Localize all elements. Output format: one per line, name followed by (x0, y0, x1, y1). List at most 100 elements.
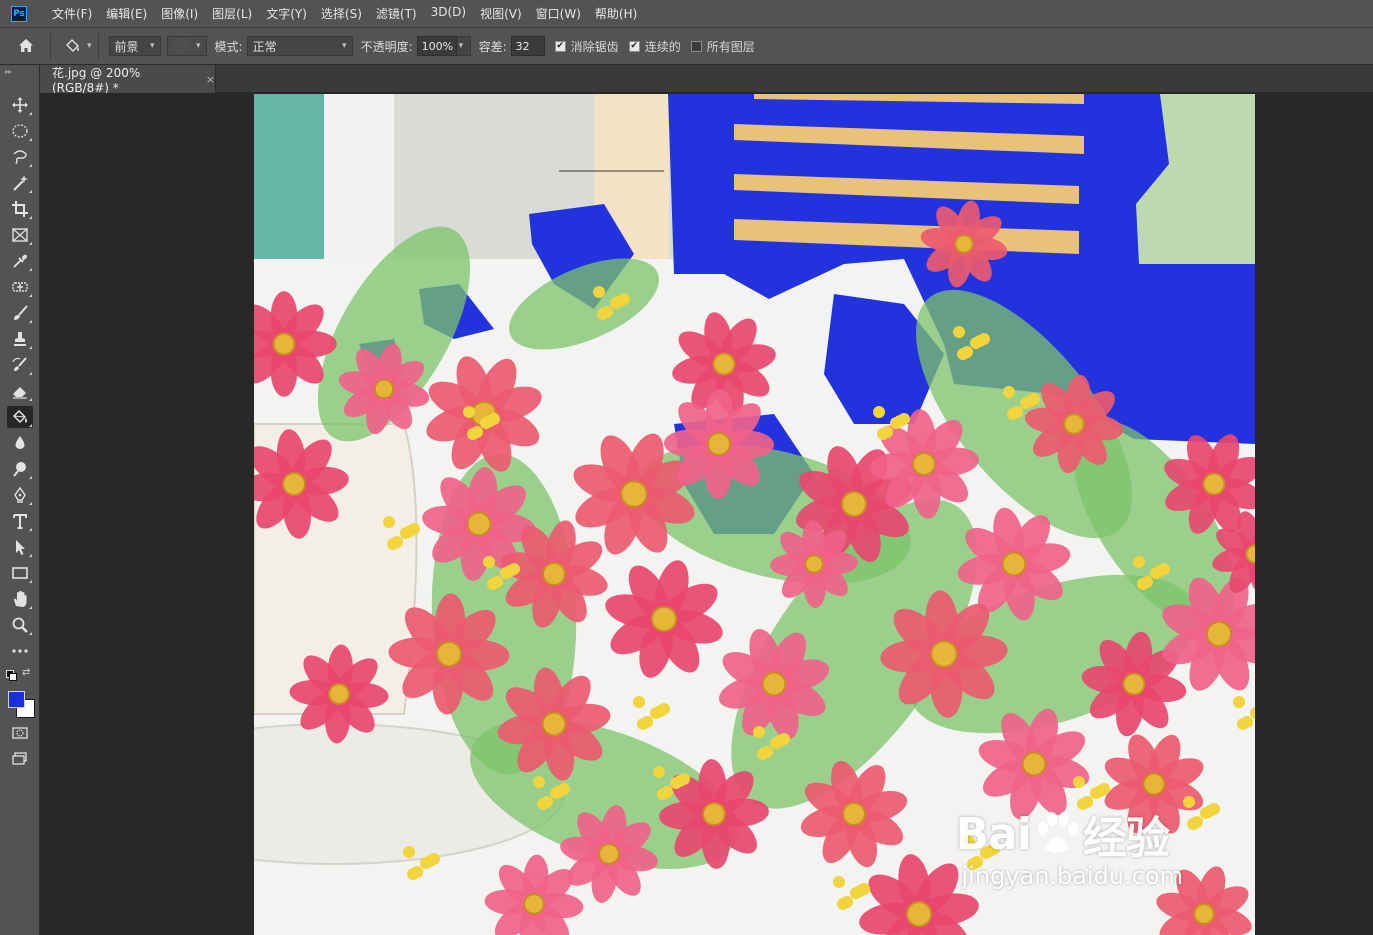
fill-source-dropdown[interactable]: 前景 ▾ (108, 36, 161, 56)
menu-item-10[interactable]: 帮助(H) (588, 5, 644, 22)
photo-flower-center (435, 640, 463, 668)
watermark-brand: Bai 经验 (956, 802, 1183, 866)
menu-item-3[interactable]: 图层(L) (205, 5, 259, 22)
history-brush-tool-button[interactable] (7, 354, 33, 376)
tolerance-input[interactable]: 32 (510, 36, 545, 56)
dodge-tool-icon (13, 462, 26, 477)
photo-yellow-bud (1141, 576, 1153, 588)
healing-brush-tool-button[interactable] (7, 276, 33, 298)
photo-flower-center (466, 511, 492, 537)
document-tab-bar: 花.jpg @ 200%(RGB/8#) * × (40, 65, 1373, 95)
photo-yellow-bud (411, 866, 423, 878)
foreground-color-swatch[interactable] (8, 691, 25, 708)
photo-flower-center (912, 452, 936, 476)
color-swatches (5, 685, 37, 719)
close-tab-icon[interactable]: × (206, 73, 215, 86)
hand-tool-button[interactable] (7, 588, 33, 610)
antialias-label: 消除锯齿 (570, 39, 619, 54)
more-tools-button[interactable] (7, 640, 33, 662)
eyedropper-tool-icon (13, 254, 27, 268)
lasso-tool-button[interactable] (7, 146, 33, 168)
brush-tool-button[interactable] (7, 302, 33, 324)
mode-label: 模式: (214, 39, 243, 54)
menu-item-1[interactable]: 编辑(E) (99, 5, 154, 22)
menu-item-8[interactable]: 视图(V) (473, 5, 529, 22)
opacity-input[interactable]: 100% (416, 36, 457, 56)
watermark-url: jingyan.baidu.com (961, 862, 1183, 890)
paint-bucket-tool-icon (12, 409, 27, 424)
options-bar: ▾ 前景 ▾ ▾ 模式: 正常 ▾ 不透明度: 100% ▾ 容差: 32 ✔ 消除… (0, 27, 1373, 65)
menu-item-0[interactable]: 文件(F) (45, 5, 99, 22)
move-tool-button[interactable] (7, 94, 33, 116)
quick-mask-button[interactable] (7, 722, 33, 744)
photo-flower-center (1063, 413, 1085, 435)
photo-flower-center (1122, 672, 1146, 696)
menu-item-6[interactable]: 滤镜(T) (369, 5, 424, 22)
blur-tool-button[interactable] (7, 432, 33, 454)
photo-yellow-bud (383, 516, 395, 528)
tool-preset-picker[interactable]: ▾ (63, 37, 92, 55)
eraser-tool-button[interactable] (7, 380, 33, 402)
screen-mode-button[interactable] (7, 748, 33, 770)
photo-flower-center (282, 472, 306, 496)
clone-stamp-tool-button[interactable] (7, 328, 33, 350)
document-canvas[interactable]: Bai 经验 jingyan.baidu.com (254, 94, 1255, 935)
dodge-tool-button[interactable] (7, 458, 33, 480)
paint-bucket-tool-button[interactable] (7, 406, 33, 428)
magic-wand-tool-button[interactable] (7, 172, 33, 194)
crop-tool-button[interactable] (7, 198, 33, 220)
photo-flower-center (373, 378, 395, 400)
home-button[interactable] (8, 37, 44, 55)
swap-colors-icon[interactable]: ⇄ (22, 667, 30, 678)
menu-bar: Ps 文件(F) 编辑(E) 图像(I) 图层(L) 文字(Y) 选择(S) 滤镜(T) 3D… (0, 0, 1373, 27)
menu-item-9[interactable]: 窗口(W) (529, 5, 588, 22)
toolbox-collapse-grip[interactable]: ▸▸ (5, 67, 12, 76)
zoom-tool-button[interactable] (7, 614, 33, 636)
antialias-checkbox[interactable]: ✔ (554, 40, 566, 52)
photo-flower-center (541, 711, 567, 737)
all-layers-checkbox[interactable]: ✔ (690, 40, 702, 52)
crop-tool-icon (12, 201, 28, 217)
menu-item-2[interactable]: 图像(I) (154, 5, 205, 22)
photo-yellow-bud (508, 563, 520, 575)
pen-tool-button[interactable] (7, 484, 33, 506)
default-colors-icon[interactable] (6, 670, 17, 681)
menu-item-4[interactable]: 文字(Y) (259, 5, 314, 22)
photo-yellow-bud (541, 796, 553, 808)
canvas-area[interactable]: Bai 经验 jingyan.baidu.com (40, 93, 1373, 935)
frame-tool-button[interactable] (7, 224, 33, 246)
path-selection-tool-button[interactable] (7, 536, 33, 558)
elliptical-marquee-tool-icon (12, 124, 28, 138)
pattern-swatch (172, 39, 190, 53)
clone-stamp-tool-icon (14, 332, 26, 346)
path-selection-tool-icon (16, 540, 25, 555)
photoshop-logo-icon[interactable]: Ps (11, 5, 27, 22)
photo-teal-panel (254, 94, 324, 264)
mode-dropdown[interactable]: 正常 ▾ (246, 36, 353, 56)
photo-yellow-bud (961, 346, 973, 358)
pen-tool-icon (14, 486, 26, 503)
photo-yellow-bud (1191, 816, 1203, 828)
photo-yellow-bud (653, 766, 665, 778)
brush-tool-icon (14, 305, 28, 320)
document-tab[interactable]: 花.jpg @ 200%(RGB/8#) * × (40, 65, 216, 95)
photo-yellow-bud (408, 523, 420, 535)
lasso-tool-icon (13, 150, 27, 165)
photo-yellow-bud (1098, 783, 1110, 795)
photo-yellow-bud (1003, 386, 1015, 398)
eyedropper-tool-button[interactable] (7, 250, 33, 272)
chevron-down-icon: ▾ (87, 41, 92, 51)
type-tool-button[interactable] (7, 510, 33, 532)
photo-flower-center (328, 683, 350, 705)
opacity-slider-toggle[interactable]: ▾ (456, 36, 471, 56)
document-tab-title: 花.jpg @ 200%(RGB/8#) * (52, 65, 141, 95)
elliptical-marquee-tool-button[interactable] (7, 120, 33, 142)
contiguous-checkbox[interactable]: ✔ (628, 40, 640, 52)
photo-yellow-bud (833, 876, 845, 888)
more-tools-icon (12, 649, 28, 653)
menu-item-7[interactable]: 3D(D) (424, 5, 473, 22)
photo-yellow-bud (1158, 563, 1170, 575)
rectangle-tool-button[interactable] (7, 562, 33, 584)
pattern-picker[interactable]: ▾ (166, 36, 207, 56)
menu-item-5[interactable]: 选择(S) (314, 5, 369, 22)
